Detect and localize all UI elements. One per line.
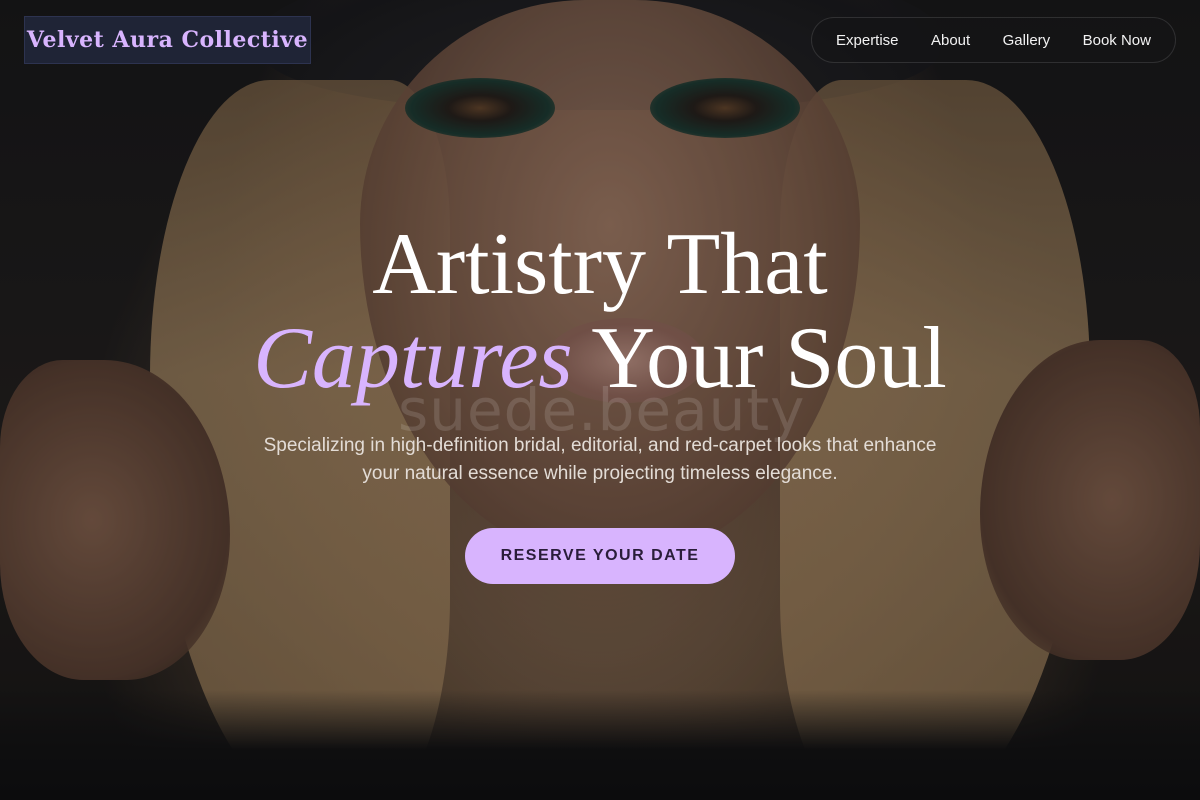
reserve-date-button[interactable]: RESERVE YOUR DATE <box>465 528 735 584</box>
headline-rest: Your Soul <box>591 310 947 407</box>
nav-link-gallery[interactable]: Gallery <box>1003 32 1051 49</box>
hero-headline: Artistry That Captures Your Soul <box>0 218 1200 406</box>
nav-link-book-now[interactable]: Book Now <box>1083 32 1151 49</box>
nav-link-about[interactable]: About <box>931 32 970 49</box>
nav-link-expertise[interactable]: Expertise <box>836 32 899 49</box>
headline-line-2: Captures Your Soul <box>0 312 1200 406</box>
headline-line-1: Artistry That <box>372 216 828 313</box>
hero-section: suede.beauty Velvet Aura Collective Expe… <box>0 0 1200 800</box>
main-nav: Expertise About Gallery Book Now <box>811 17 1176 63</box>
headline-accent: Captures <box>253 310 573 407</box>
brand-logo[interactable]: Velvet Aura Collective <box>24 16 311 64</box>
hero-subtitle: Specializing in high-definition bridal, … <box>263 435 937 484</box>
